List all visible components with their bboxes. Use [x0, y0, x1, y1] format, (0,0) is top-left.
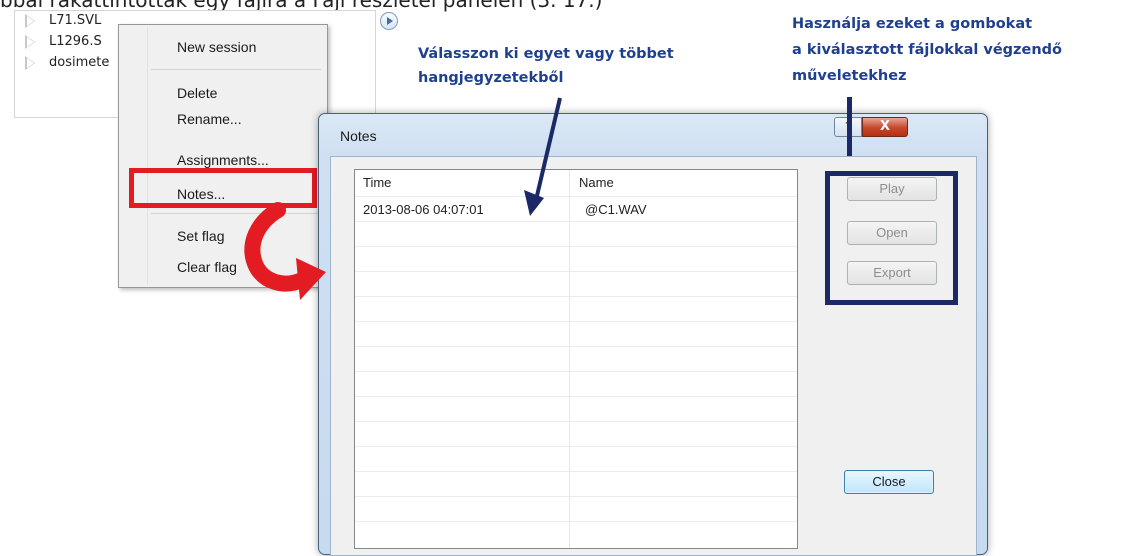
- arrow-shaft: [534, 97, 562, 201]
- annotation-right-line-3: műveletekhez: [792, 68, 907, 84]
- column-header-name[interactable]: Name: [579, 170, 614, 195]
- grid-line: [355, 321, 797, 322]
- grid-line: [355, 446, 797, 447]
- dialog-title: Notes: [340, 128, 377, 144]
- menu-separator: [151, 69, 321, 70]
- grid-line: [355, 371, 797, 372]
- export-button[interactable]: Export: [847, 261, 937, 285]
- notes-dialog: Notes ? X Time Name 2013-08-06 04:07:01 …: [318, 113, 988, 556]
- grid-line: [355, 471, 797, 472]
- dialog-client-area: Time Name 2013-08-06 04:07:01 @C1.WAV Pl…: [330, 156, 977, 556]
- grid-line: [355, 396, 797, 397]
- column-header-time[interactable]: Time: [363, 170, 391, 195]
- annotation-left-line-2: hangjegyzetekből: [418, 70, 564, 86]
- flag-icon: [25, 56, 35, 70]
- annotation-left-line-1: Válasszon ki egyet vagy többet: [418, 46, 674, 62]
- annotation-right-line-2: a kiválasztott fájlokkal végzendő: [792, 42, 1062, 58]
- file-name: L71.SVL: [49, 13, 102, 28]
- table-cell-time[interactable]: 2013-08-06 04:07:01: [363, 202, 484, 217]
- annotation-right-line-1: Használja ezeket a gombokat: [792, 16, 1033, 32]
- play-button[interactable]: Play: [847, 177, 937, 201]
- file-name: dosimete: [49, 55, 110, 70]
- red-arrow-body: [244, 202, 310, 292]
- open-button[interactable]: Open: [847, 221, 937, 245]
- grid-line: [355, 521, 797, 522]
- arrow-head: [524, 190, 544, 216]
- close-button[interactable]: Close: [844, 470, 934, 494]
- flag-icon: [25, 14, 35, 28]
- grid-line: [355, 346, 797, 347]
- table-cell-name[interactable]: @C1.WAV: [585, 202, 647, 217]
- menu-item-set-flag[interactable]: Set flag: [177, 228, 224, 244]
- grid-line: [355, 296, 797, 297]
- connector-line: [847, 97, 852, 156]
- play-icon[interactable]: [380, 12, 398, 30]
- file-name: L1296.S: [49, 34, 102, 49]
- red-curved-arrow: [244, 202, 326, 300]
- menu-item-clear-flag[interactable]: Clear flag: [177, 259, 237, 275]
- close-window-button[interactable]: X: [862, 117, 908, 137]
- grid-line: [355, 271, 797, 272]
- red-arrow-head: [296, 258, 326, 300]
- grid-line: [355, 496, 797, 497]
- grid-line: [355, 421, 797, 422]
- grid-line: [355, 246, 797, 247]
- flag-icon: [25, 35, 35, 49]
- menu-item-rename[interactable]: Rename...: [177, 111, 242, 127]
- annotation-arrow: [524, 97, 562, 216]
- menu-item-new-session[interactable]: New session: [177, 39, 256, 55]
- menu-item-assignments[interactable]: Assignments...: [177, 152, 269, 168]
- menu-gutter: [147, 27, 148, 285]
- menu-item-delete[interactable]: Delete: [177, 85, 217, 101]
